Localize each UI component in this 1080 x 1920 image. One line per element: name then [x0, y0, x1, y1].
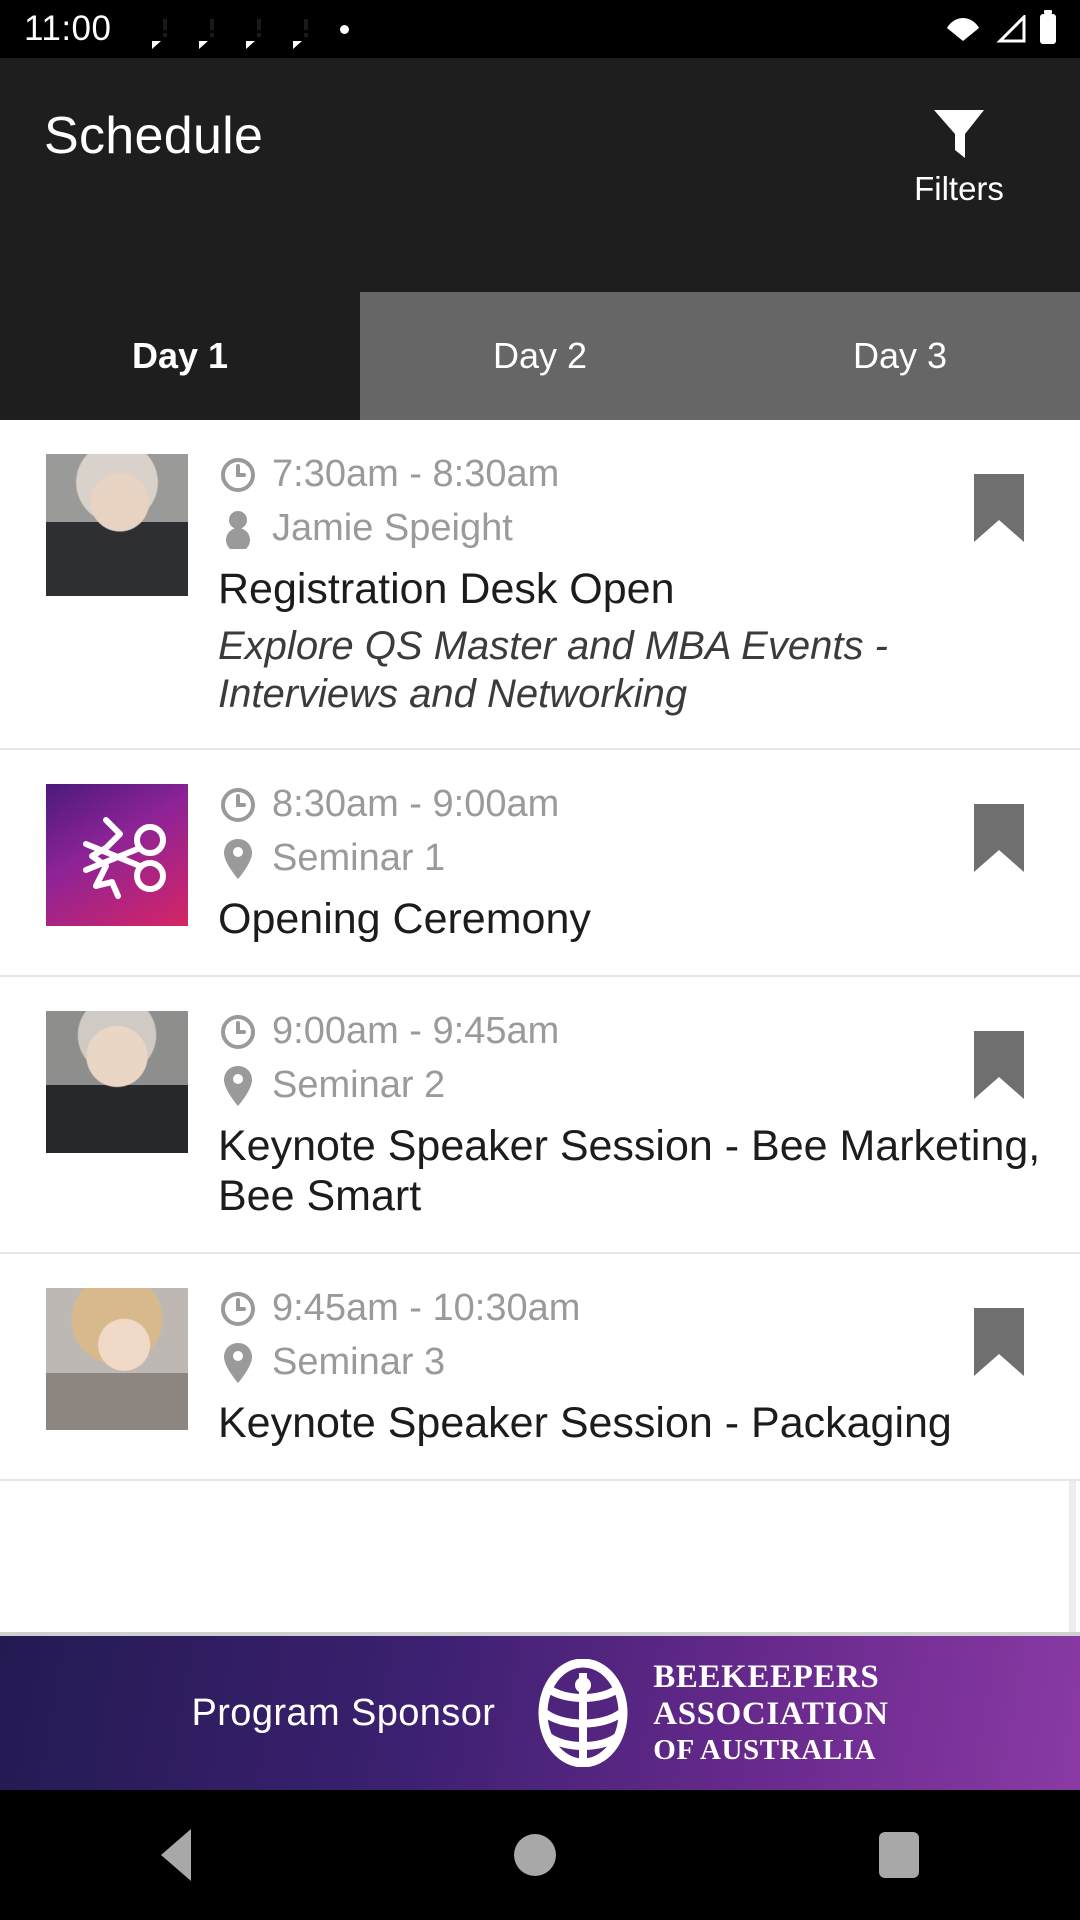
cell-signal-icon: [996, 15, 1026, 43]
schedule-item[interactable]: 8:30am - 9:00am Seminar 1 Opening Ceremo…: [0, 750, 1080, 977]
tab-day-3[interactable]: Day 3: [720, 292, 1080, 420]
event-thumbnail: [46, 1288, 188, 1431]
event-title: Registration Desk Open: [218, 564, 675, 613]
tab-day-1-label: Day 1: [131, 335, 229, 376]
bookmark-icon[interactable]: [970, 472, 1028, 544]
status-bar-clock: 11:00: [24, 9, 112, 48]
event-title: Keynote Speaker Session - Bee Marketing,…: [218, 1121, 1041, 1221]
bookmark-icon[interactable]: [970, 802, 1028, 874]
event-thumbnail: [46, 784, 188, 927]
schedule-item[interactable]: 7:30am - 8:30am Jamie Speight Registrati…: [0, 420, 1080, 751]
android-navigation-bar: [0, 1790, 1080, 1920]
filters-button[interactable]: Filters: [874, 102, 1044, 208]
page-title: Schedule: [44, 107, 264, 165]
event-location-row: Seminar 2: [218, 1063, 1052, 1107]
location-pin-icon: [218, 1065, 258, 1107]
chat-alert-icon: [151, 15, 177, 49]
tab-day-1[interactable]: Day 1: [0, 292, 360, 420]
sponsor-label: Program Sponsor: [191, 1691, 496, 1734]
sponsor-name-line-2: ASSOCIATION: [653, 1696, 889, 1733]
clock-icon: [218, 1013, 258, 1051]
chat-alert-icon: [292, 15, 318, 49]
person-icon: [218, 509, 258, 549]
clock-icon: [218, 1290, 258, 1328]
event-time-row: 7:30am - 8:30am: [218, 453, 1052, 496]
event-speaker-row: Jamie Speight: [218, 506, 1052, 550]
sponsor-banner[interactable]: Program Sponsor BEEKEEPERS ASSOCIATION O…: [0, 1632, 1080, 1790]
dot-icon: [339, 24, 349, 34]
event-time-row: 9:00am - 9:45am: [218, 1009, 1052, 1053]
event-speaker: Jamie Speight: [272, 506, 513, 549]
sponsor-logo: BEEKEEPERS ASSOCIATION OF AUSTRALIA: [535, 1659, 888, 1767]
location-pin-icon: [218, 1342, 258, 1384]
tab-day-2-label: Day 2: [492, 335, 588, 376]
home-icon[interactable]: [513, 1834, 556, 1876]
battery-icon: [1040, 10, 1056, 44]
event-location-row: Seminar 3: [218, 1341, 1052, 1384]
funnel-icon: [934, 110, 984, 158]
event-title: Keynote Speaker Session - Packaging: [218, 1398, 952, 1447]
beehive-globe-icon: [538, 1658, 628, 1767]
clock-icon: [218, 786, 258, 824]
sponsor-name-line-3: OF AUSTRALIA: [653, 1734, 877, 1767]
event-time: 9:45am - 10:30am: [272, 1287, 581, 1330]
event-location: Seminar 3: [272, 1341, 446, 1384]
filters-label: Filters: [914, 170, 1004, 207]
event-location-row: Seminar 1: [218, 837, 1052, 880]
event-time: 8:30am - 9:00am: [272, 783, 560, 826]
event-location: Seminar 2: [272, 1063, 446, 1106]
event-time-row: 9:45am - 10:30am: [218, 1287, 1052, 1330]
event-description: Explore QS Master and MBA Events - Inter…: [218, 624, 888, 717]
status-bar-notifications: [151, 15, 349, 49]
event-thumbnail: [46, 454, 188, 596]
sponsor-name: BEEKEEPERS ASSOCIATION OF AUSTRALIA: [653, 1659, 888, 1767]
scissors-ribbon-icon: [83, 817, 166, 900]
event-time-row: 8:30am - 9:00am: [218, 784, 1052, 826]
chat-alert-icon: [245, 15, 271, 49]
event-time: 9:00am - 9:45am: [272, 1009, 560, 1052]
status-bar-system-icons: [946, 10, 1056, 44]
schedule-item[interactable]: 9:00am - 9:45am Seminar 2 Keynote Speake…: [0, 976, 1080, 1255]
clock-icon: [218, 456, 258, 494]
bookmark-icon[interactable]: [970, 1029, 1028, 1101]
bookmark-icon[interactable]: [970, 1306, 1028, 1378]
tab-day-2[interactable]: Day 2: [360, 292, 720, 420]
recents-icon[interactable]: [878, 1832, 919, 1878]
event-location: Seminar 1: [272, 837, 446, 880]
schedule-item[interactable]: 9:45am - 10:30am Seminar 3 Keynote Speak…: [0, 1254, 1080, 1481]
app-screen: 11:00 Schedule Filters Day 1 Day 2 Day 3…: [0, 0, 1080, 1920]
sponsor-name-line-1: BEEKEEPERS: [653, 1658, 880, 1695]
event-thumbnail: [46, 1010, 188, 1153]
app-bar: Schedule Filters: [0, 58, 1080, 292]
location-pin-icon: [218, 838, 258, 880]
tab-day-3-label: Day 3: [852, 335, 948, 376]
back-icon[interactable]: [161, 1829, 192, 1881]
event-time: 7:30am - 8:30am: [272, 453, 560, 495]
event-title: Opening Ceremony: [218, 895, 591, 944]
wifi-icon: [947, 18, 979, 41]
schedule-list[interactable]: 7:30am - 8:30am Jamie Speight Registrati…: [0, 420, 1080, 1632]
status-bar: 11:00: [0, 0, 1080, 58]
chat-alert-icon: [198, 15, 224, 49]
day-tabs: Day 1 Day 2 Day 3: [0, 292, 1080, 420]
